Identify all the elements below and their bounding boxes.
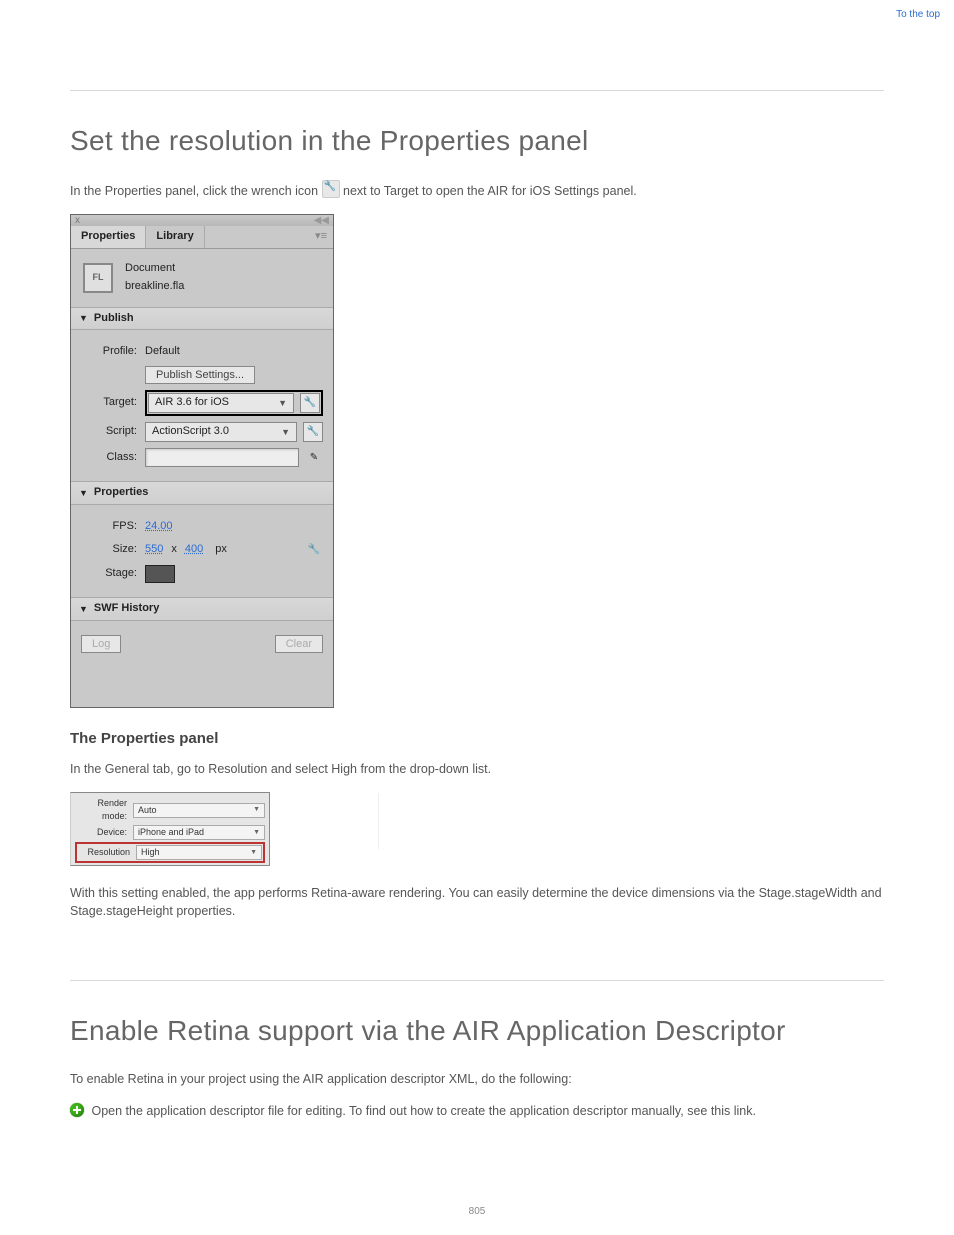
to-top-link[interactable]: To the top [896, 8, 940, 23]
size-height[interactable]: 400 [185, 542, 203, 558]
section-publish[interactable]: ▼Publish [71, 307, 333, 331]
stage-color-swatch[interactable] [145, 565, 175, 583]
chevron-down-icon: ▼ [79, 603, 88, 616]
properties-panel: x ◀◀ Properties Library ▾≡ FL Document b… [70, 214, 334, 709]
general-tab-snippet: Render mode: Auto▼ Device: iPhone and iP… [70, 792, 270, 866]
panel-titlebar: x ◀◀ [71, 215, 333, 226]
edit-class-button[interactable]: ✎ [305, 449, 323, 467]
chevron-down-icon: ▼ [250, 848, 257, 858]
target-select[interactable]: AIR 3.6 for iOS▼ [148, 393, 294, 413]
section-heading-descriptor: Enable Retina support via the AIR Applic… [70, 1011, 884, 1052]
render-mode-label: Render mode: [75, 797, 133, 823]
chevron-down-icon: ▼ [281, 426, 290, 439]
script-label: Script: [81, 424, 145, 440]
clear-button[interactable]: Clear [275, 635, 323, 653]
collapse-icon[interactable]: ◀◀ [314, 214, 329, 229]
tab-properties[interactable]: Properties [71, 226, 146, 248]
script-settings-button[interactable]: 🔧 [303, 422, 323, 442]
chevron-down-icon: ▼ [278, 397, 287, 410]
render-mode-select[interactable]: Auto▼ [133, 803, 265, 818]
target-label: Target: [81, 395, 145, 411]
fps-value[interactable]: 24.00 [145, 519, 173, 535]
panel-menu-icon[interactable]: ▾≡ [309, 226, 333, 248]
document-filename: breakline.fla [125, 279, 184, 295]
target-highlight: AIR 3.6 for iOS▼ 🔧 [145, 390, 323, 416]
paragraph: With this setting enabled, the app perfo… [70, 884, 884, 920]
size-width[interactable]: 550 [145, 542, 163, 558]
class-label: Class: [81, 450, 145, 466]
paragraph: In the Properties panel, click the wrenc… [70, 180, 884, 200]
script-select[interactable]: ActionScript 3.0▼ [145, 422, 297, 442]
class-input[interactable] [145, 448, 299, 467]
paragraph: To enable Retina in your project using t… [70, 1070, 884, 1088]
tab-library[interactable]: Library [146, 226, 204, 248]
paragraph: In the General tab, go to Resolution and… [70, 760, 884, 778]
document-type-label: Document [125, 261, 184, 277]
divider [70, 90, 884, 91]
chevron-down-icon: ▼ [253, 828, 260, 838]
add-icon [70, 1103, 84, 1117]
size-label: Size: [81, 542, 145, 558]
chevron-down-icon: ▼ [253, 805, 260, 815]
chevron-down-icon: ▼ [79, 487, 88, 500]
profile-label: Profile: [81, 344, 145, 360]
stage-label: Stage: [81, 566, 145, 582]
publish-settings-button[interactable]: Publish Settings... [145, 366, 255, 384]
document-thumb-icon: FL [83, 263, 113, 293]
log-button[interactable]: Log [81, 635, 121, 653]
profile-value: Default [145, 344, 180, 360]
size-settings-button[interactable]: 🔧 [305, 541, 323, 559]
size-x: x [171, 542, 177, 558]
list-item: Open the application descriptor file for… [70, 1102, 884, 1120]
wrench-icon [322, 180, 340, 198]
resolution-highlight: Resolution High▼ [75, 842, 265, 863]
resolution-select[interactable]: High▼ [136, 845, 262, 860]
chevron-down-icon: ▼ [79, 312, 88, 325]
target-settings-button[interactable]: 🔧 [300, 393, 320, 413]
divider [378, 793, 379, 849]
divider [70, 980, 884, 981]
size-unit: px [215, 542, 227, 558]
figure-caption: The Properties panel [70, 728, 884, 750]
resolution-label: Resolution [78, 846, 136, 859]
section-properties[interactable]: ▼Properties [71, 481, 333, 505]
section-heading-properties: Set the resolution in the Properties pan… [70, 121, 884, 162]
close-icon[interactable]: x [75, 214, 80, 229]
section-swf-history[interactable]: ▼SWF History [71, 597, 333, 621]
fps-label: FPS: [81, 519, 145, 535]
device-select[interactable]: iPhone and iPad▼ [133, 825, 265, 840]
page-number: 805 [0, 1205, 954, 1220]
device-label: Device: [75, 826, 133, 839]
